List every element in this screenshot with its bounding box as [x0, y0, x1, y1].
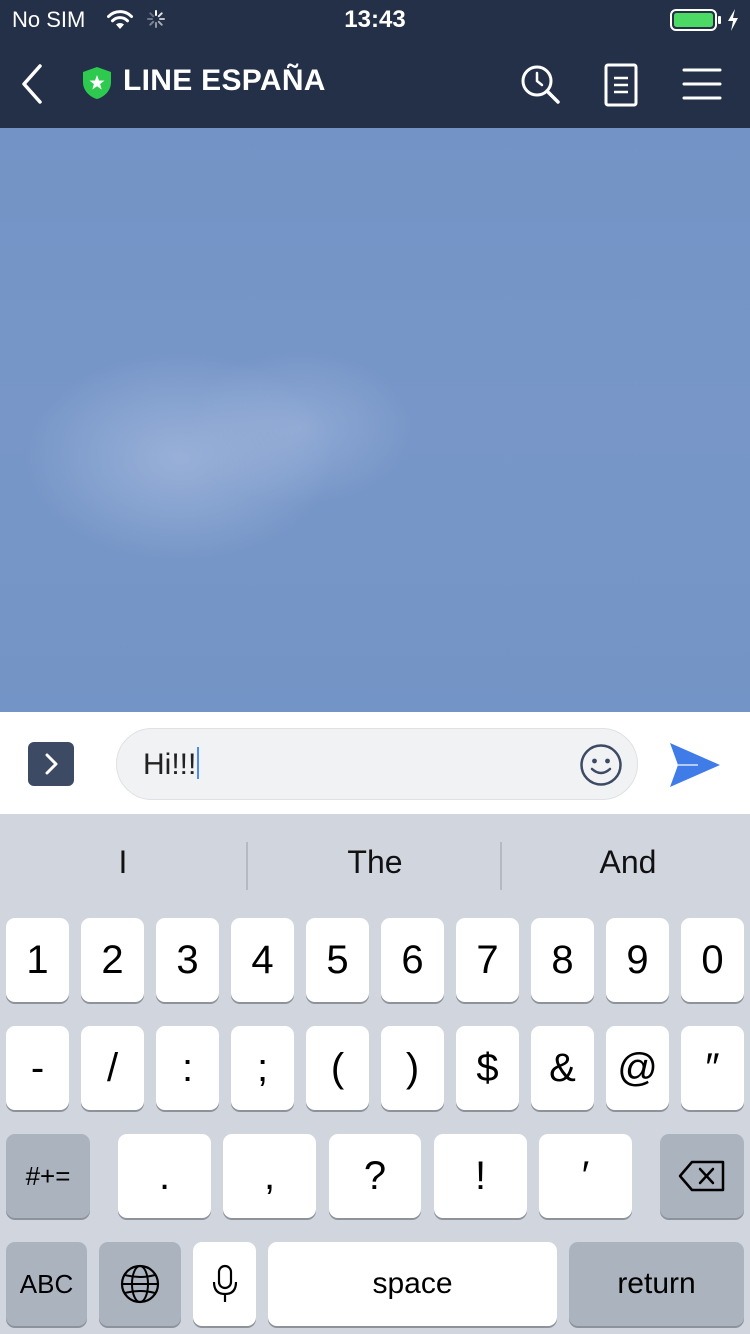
key-3[interactable]: 3 [156, 918, 219, 1002]
key-9[interactable]: 9 [606, 918, 669, 1002]
key-open-paren[interactable]: ( [306, 1026, 369, 1110]
globe-icon [120, 1264, 160, 1304]
suggestion-3[interactable]: And [508, 844, 748, 881]
suggestion-divider [246, 842, 248, 890]
chat-background[interactable] [0, 128, 750, 712]
globe-key[interactable] [99, 1242, 181, 1326]
expand-toolbar-button[interactable] [28, 742, 74, 786]
keyboard: I The And 1 2 3 4 5 6 7 8 9 0 - / : ; ( … [0, 814, 750, 1334]
key-exclamation[interactable]: ! [434, 1134, 527, 1218]
key-hyphen[interactable]: - [6, 1026, 69, 1110]
key-6[interactable]: 6 [381, 918, 444, 1002]
space-key[interactable]: space [268, 1242, 557, 1326]
suggestion-2[interactable]: The [255, 844, 495, 881]
battery-icon [670, 9, 721, 31]
backspace-icon [678, 1160, 725, 1192]
emoji-icon[interactable] [579, 743, 623, 787]
key-semicolon[interactable]: ; [231, 1026, 294, 1110]
key-at[interactable]: @ [606, 1026, 669, 1110]
delete-key[interactable] [660, 1134, 744, 1218]
key-2[interactable]: 2 [81, 918, 144, 1002]
key-ampersand[interactable]: & [531, 1026, 594, 1110]
chevron-right-icon [45, 753, 58, 775]
key-dollar[interactable]: $ [456, 1026, 519, 1110]
key-5[interactable]: 5 [306, 918, 369, 1002]
text-caret [197, 747, 200, 779]
abc-key[interactable]: ABC [6, 1242, 87, 1326]
key-7[interactable]: 7 [456, 918, 519, 1002]
status-bar: No SIM 13:43 [0, 0, 750, 40]
key-period[interactable]: . [118, 1134, 211, 1218]
key-slash[interactable]: / [81, 1026, 144, 1110]
message-input-text: Hi!!! [143, 748, 197, 781]
key-question[interactable]: ? [329, 1134, 421, 1218]
return-key[interactable]: return [569, 1242, 744, 1326]
key-close-paren[interactable]: ) [381, 1026, 444, 1110]
search-icon[interactable] [516, 60, 564, 108]
key-comma[interactable]: , [223, 1134, 316, 1218]
clock: 13:43 [344, 6, 406, 33]
message-input[interactable]: Hi!!! [116, 728, 638, 800]
key-1[interactable]: 1 [6, 918, 69, 1002]
suggestion-divider [500, 842, 502, 890]
key-8[interactable]: 8 [531, 918, 594, 1002]
symbols-key[interactable]: #+= [6, 1134, 90, 1218]
back-button[interactable] [14, 60, 50, 108]
key-0[interactable]: 0 [681, 918, 744, 1002]
microphone-icon [212, 1264, 237, 1302]
menu-icon[interactable] [680, 64, 724, 104]
key-4[interactable]: 4 [231, 918, 294, 1002]
key-apostrophe[interactable]: ′ [539, 1134, 632, 1218]
key-quote[interactable]: ″ [681, 1026, 744, 1110]
send-button[interactable] [668, 740, 722, 790]
key-colon[interactable]: : [156, 1026, 219, 1110]
verified-shield-icon [83, 67, 111, 99]
suggestion-bar: I The And [0, 814, 750, 918]
chat-header: LINE ESPAÑA [0, 40, 750, 128]
message-input-bar: Hi!!! [0, 712, 750, 814]
charging-bolt-icon [728, 9, 738, 31]
suggestion-1[interactable]: I [3, 844, 243, 881]
notes-icon[interactable] [600, 62, 642, 108]
dictation-key[interactable] [193, 1242, 256, 1326]
chat-title: LINE ESPAÑA [123, 64, 326, 97]
